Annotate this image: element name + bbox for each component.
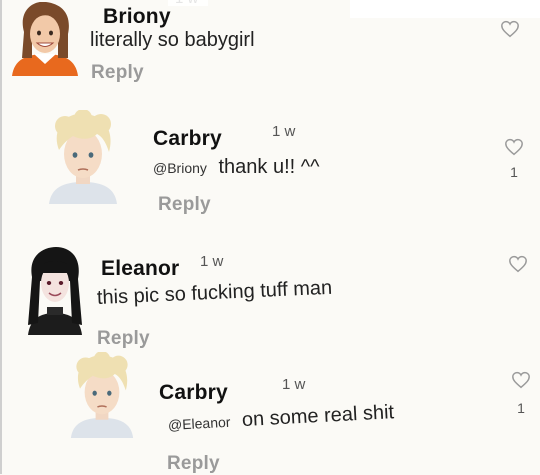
comment-time: 1 w	[272, 123, 296, 140]
comment-body: this pic so fucking tuff man	[96, 276, 333, 309]
mention-link[interactable]: @Eleanor	[168, 414, 231, 433]
comment-body: on some real shit	[241, 401, 395, 432]
heart-icon[interactable]	[500, 20, 520, 38]
comment-time: 1 w	[200, 253, 224, 270]
mention-link[interactable]: @Briony	[153, 160, 207, 176]
reply-button[interactable]: Reply	[158, 194, 211, 216]
carbry-avatar-icon[interactable]	[66, 352, 138, 438]
carbry-avatar-icon[interactable]	[45, 110, 121, 204]
comment-author[interactable]: Eleanor	[101, 257, 179, 281]
briony-avatar-icon[interactable]	[10, 2, 80, 76]
comment-author[interactable]: Briony	[103, 5, 171, 29]
left-border	[0, 0, 2, 474]
comment-text: literally so babygirl	[90, 29, 255, 52]
comment-text: @Briony thank u!! ^^	[153, 156, 320, 179]
heart-icon[interactable]	[508, 255, 528, 273]
reply-button[interactable]: Reply	[91, 62, 144, 84]
comment-text: this pic so fucking tuff man	[96, 277, 332, 310]
heart-icon[interactable]	[511, 371, 531, 389]
heart-icon[interactable]	[504, 138, 524, 156]
like-count: 1	[510, 164, 518, 180]
time-overlay	[168, 0, 208, 6]
top-right-overlay	[350, 0, 540, 18]
like-count: 1	[517, 400, 525, 416]
comment-author[interactable]: Carbry	[153, 127, 222, 151]
reply-button[interactable]: Reply	[97, 328, 150, 350]
comment-text: @Eleanor on some real shit	[167, 401, 395, 436]
comment-body: thank u!! ^^	[218, 156, 320, 178]
reply-button[interactable]: Reply	[167, 453, 220, 475]
comment-time: 1 w	[282, 376, 306, 393]
eleanor-avatar-icon[interactable]	[22, 247, 88, 335]
comment-body: literally so babygirl	[90, 29, 255, 51]
comment-author[interactable]: Carbry	[159, 381, 228, 405]
